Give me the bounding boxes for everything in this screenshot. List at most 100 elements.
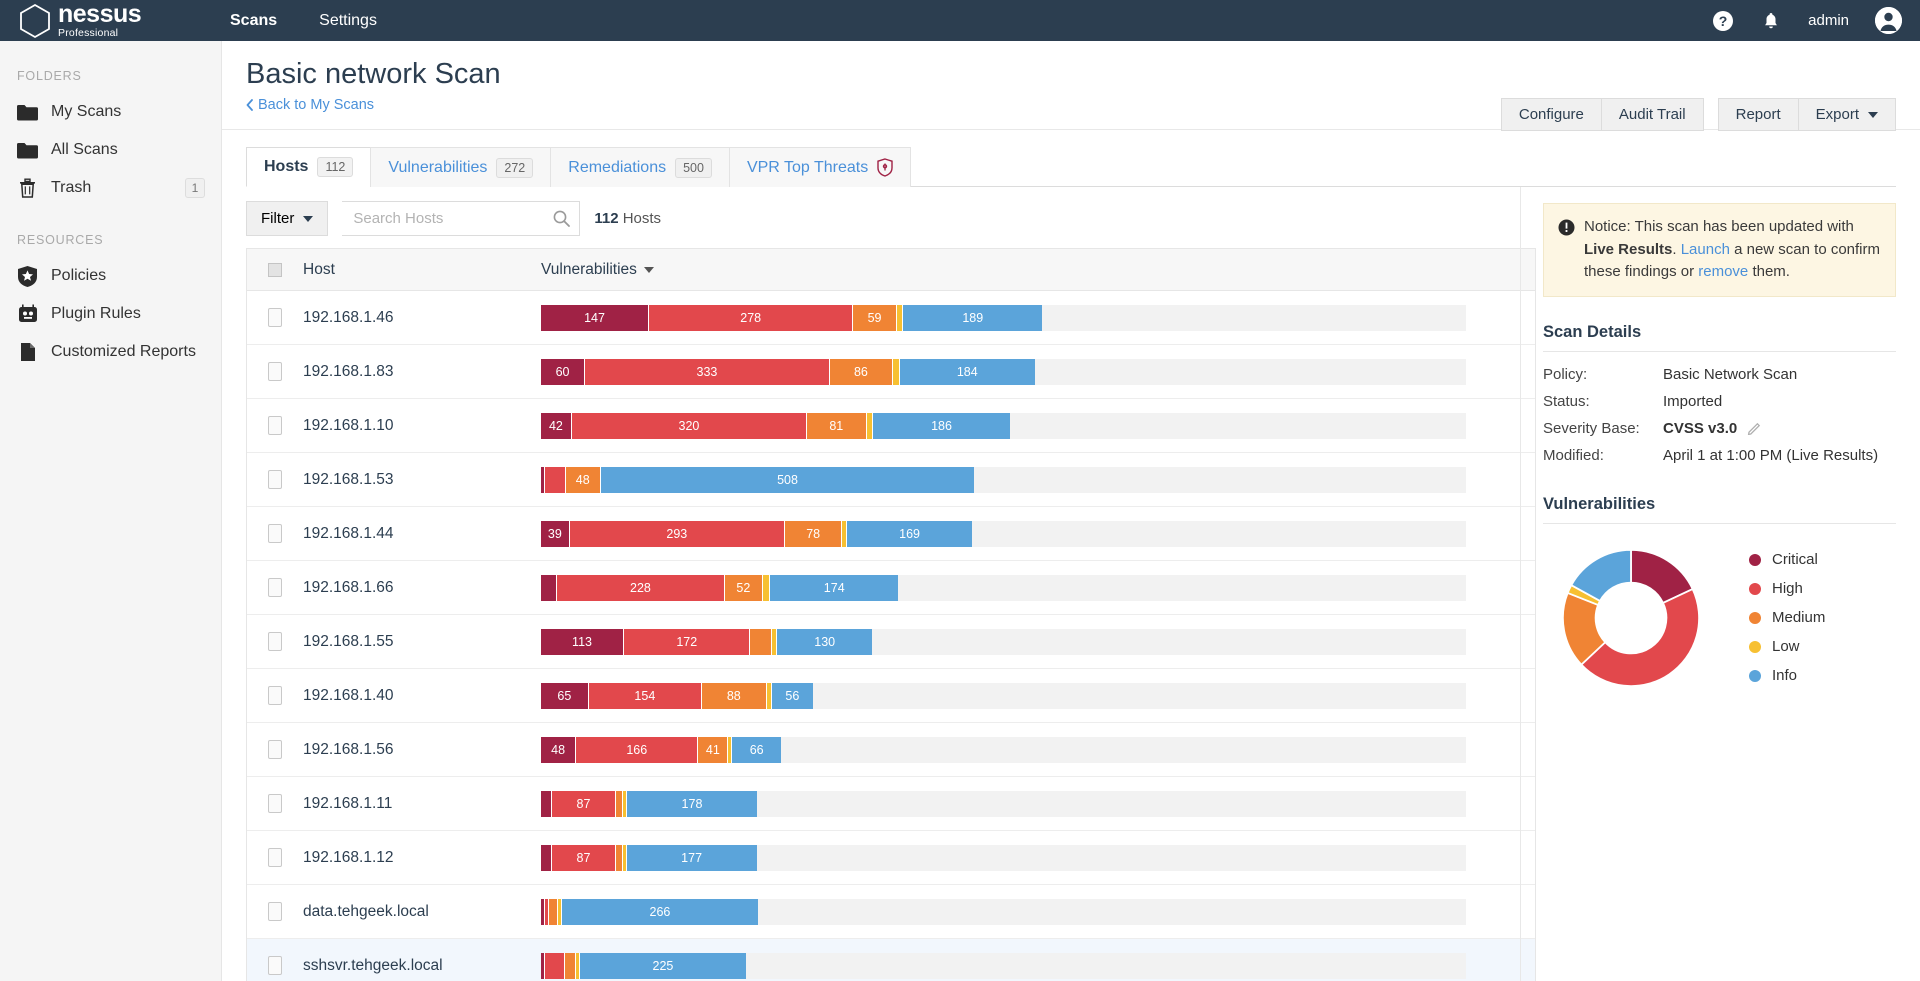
severity-segment-info[interactable]: 225	[580, 953, 745, 979]
severity-segment-critical[interactable]: 113	[541, 629, 624, 655]
report-button[interactable]: Report	[1718, 98, 1798, 131]
pencil-icon[interactable]	[1747, 420, 1762, 435]
question-circle-icon[interactable]: ?	[1712, 10, 1734, 32]
severity-segment-info[interactable]: 130	[777, 629, 873, 655]
host-name[interactable]: 192.168.1.40	[303, 687, 541, 705]
sidebar-item-trash[interactable]: Trash 1	[0, 169, 221, 207]
row-checkbox-cell[interactable]	[247, 308, 303, 327]
table-row[interactable]: 192.168.1.40651548856	[247, 669, 1535, 723]
host-name[interactable]: 192.168.1.56	[303, 741, 541, 759]
audit-trail-button[interactable]: Audit Trail	[1601, 98, 1704, 131]
severity-segment-high[interactable]: 87	[552, 791, 616, 817]
severity-segment-medium[interactable]: 88	[702, 683, 767, 709]
severity-segment-info[interactable]: 266	[562, 899, 758, 925]
sidebar-item-policies[interactable]: Policies	[0, 257, 221, 295]
select-all-checkbox[interactable]	[268, 263, 282, 277]
severity-segment-low[interactable]	[763, 575, 770, 601]
host-name[interactable]: data.tehgeek.local	[303, 903, 541, 921]
bell-icon[interactable]	[1760, 10, 1782, 32]
severity-segment-info[interactable]: 56	[772, 683, 813, 709]
host-name[interactable]: 192.168.1.55	[303, 633, 541, 651]
severity-segment-medium[interactable]: 52	[725, 575, 763, 601]
severity-segment-critical[interactable]: 48	[541, 737, 576, 763]
remove-link[interactable]: remove	[1698, 263, 1748, 280]
severity-segment-medium[interactable]	[616, 845, 623, 871]
host-name[interactable]: 192.168.1.44	[303, 525, 541, 543]
host-name[interactable]: 192.168.1.46	[303, 309, 541, 327]
nav-item-scans[interactable]: Scans	[230, 12, 277, 30]
column-header-vulnerabilities[interactable]: Vulnerabilities	[541, 261, 1535, 279]
legend-item-low[interactable]: Low	[1749, 638, 1825, 655]
host-name[interactable]: sshsvr.tehgeek.local	[303, 957, 541, 975]
host-name[interactable]: 192.168.1.12	[303, 849, 541, 867]
severity-segment-high[interactable]	[545, 467, 566, 493]
row-checkbox-cell[interactable]	[247, 686, 303, 705]
table-row[interactable]: 192.168.1.4614727859 189	[247, 291, 1535, 345]
host-name[interactable]: 192.168.1.10	[303, 417, 541, 435]
tab-hosts[interactable]: Hosts 112	[246, 147, 371, 187]
table-row[interactable]: 192.168.1.1287177	[247, 831, 1535, 885]
filter-button[interactable]: Filter	[246, 201, 328, 236]
table-row[interactable]: 192.168.1.56481664166	[247, 723, 1535, 777]
user-avatar-icon[interactable]	[1875, 7, 1902, 34]
severity-segment-medium[interactable]: 78	[785, 521, 842, 547]
legend-item-critical[interactable]: Critical	[1749, 551, 1825, 568]
severity-segment-high[interactable]: 87	[552, 845, 616, 871]
search-input[interactable]	[342, 201, 580, 236]
severity-segment-info[interactable]: 189	[903, 305, 1042, 331]
host-name[interactable]: 192.168.1.83	[303, 363, 541, 381]
severity-segment-high[interactable]: 278	[649, 305, 853, 331]
tab-vulnerabilities[interactable]: Vulnerabilities 272	[370, 147, 551, 187]
severity-segment-medium[interactable]: 59	[853, 305, 896, 331]
severity-segment-info[interactable]: 169	[847, 521, 971, 547]
user-name-label[interactable]: admin	[1808, 12, 1849, 29]
severity-segment-medium[interactable]: 41	[698, 737, 728, 763]
host-name[interactable]: 192.168.1.53	[303, 471, 541, 489]
severity-segment-critical[interactable]: 60	[541, 359, 585, 385]
configure-button[interactable]: Configure	[1501, 98, 1601, 131]
sidebar-item-customized-reports[interactable]: Customized Reports	[0, 333, 221, 371]
table-row[interactable]: 192.168.1.836033386184	[247, 345, 1535, 399]
severity-segment-medium[interactable]	[565, 953, 577, 979]
nessus-logo[interactable]: nessus Professional	[0, 2, 220, 39]
severity-segment-high[interactable]: 320	[572, 413, 807, 439]
severity-segment-info[interactable]: 184	[900, 359, 1035, 385]
severity-segment-high[interactable]: 172	[624, 629, 750, 655]
severity-segment-medium[interactable]: 48	[566, 467, 601, 493]
severity-segment-medium[interactable]	[549, 899, 558, 925]
severity-segment-critical[interactable]: 147	[541, 305, 649, 331]
table-row[interactable]: data.tehgeek.local 266	[247, 885, 1535, 939]
row-checkbox-cell[interactable]	[247, 902, 303, 921]
severity-segment-high[interactable]: 154	[589, 683, 702, 709]
severity-segment-info[interactable]: 178	[627, 791, 758, 817]
severity-segment-high[interactable]: 333	[585, 359, 830, 385]
table-row[interactable]: 192.168.1.55113172 130	[247, 615, 1535, 669]
export-button[interactable]: Export	[1798, 98, 1896, 131]
row-checkbox-cell[interactable]	[247, 740, 303, 759]
severity-segment-medium[interactable]	[616, 791, 623, 817]
severity-segment-high[interactable]: 293	[570, 521, 785, 547]
severity-segment-medium[interactable]	[750, 629, 771, 655]
table-row[interactable]: 192.168.1.6622852174	[247, 561, 1535, 615]
legend-item-medium[interactable]: Medium	[1749, 609, 1825, 626]
launch-link[interactable]: Launch	[1681, 241, 1730, 258]
back-to-my-scans-link[interactable]: Back to My Scans	[246, 97, 374, 113]
sidebar-item-my-scans[interactable]: My Scans	[0, 93, 221, 131]
severity-segment-low[interactable]	[867, 413, 874, 439]
sidebar-item-all-scans[interactable]: All Scans	[0, 131, 221, 169]
severity-segment-critical[interactable]: 42	[541, 413, 572, 439]
row-checkbox-cell[interactable]	[247, 956, 303, 975]
severity-segment-critical[interactable]	[541, 845, 552, 871]
severity-segment-critical[interactable]: 39	[541, 521, 570, 547]
row-checkbox-cell[interactable]	[247, 470, 303, 489]
table-row[interactable]: 192.168.1.104232081186	[247, 399, 1535, 453]
severity-segment-critical[interactable]	[541, 575, 557, 601]
row-checkbox-cell[interactable]	[247, 632, 303, 651]
row-checkbox-cell[interactable]	[247, 794, 303, 813]
severity-segment-high[interactable]: 166	[576, 737, 698, 763]
table-row[interactable]: 192.168.1.443929378169	[247, 507, 1535, 561]
legend-item-high[interactable]: High	[1749, 580, 1825, 597]
host-name[interactable]: 192.168.1.11	[303, 795, 541, 813]
row-checkbox-cell[interactable]	[247, 416, 303, 435]
sidebar-item-plugin-rules[interactable]: Plugin Rules	[0, 295, 221, 333]
